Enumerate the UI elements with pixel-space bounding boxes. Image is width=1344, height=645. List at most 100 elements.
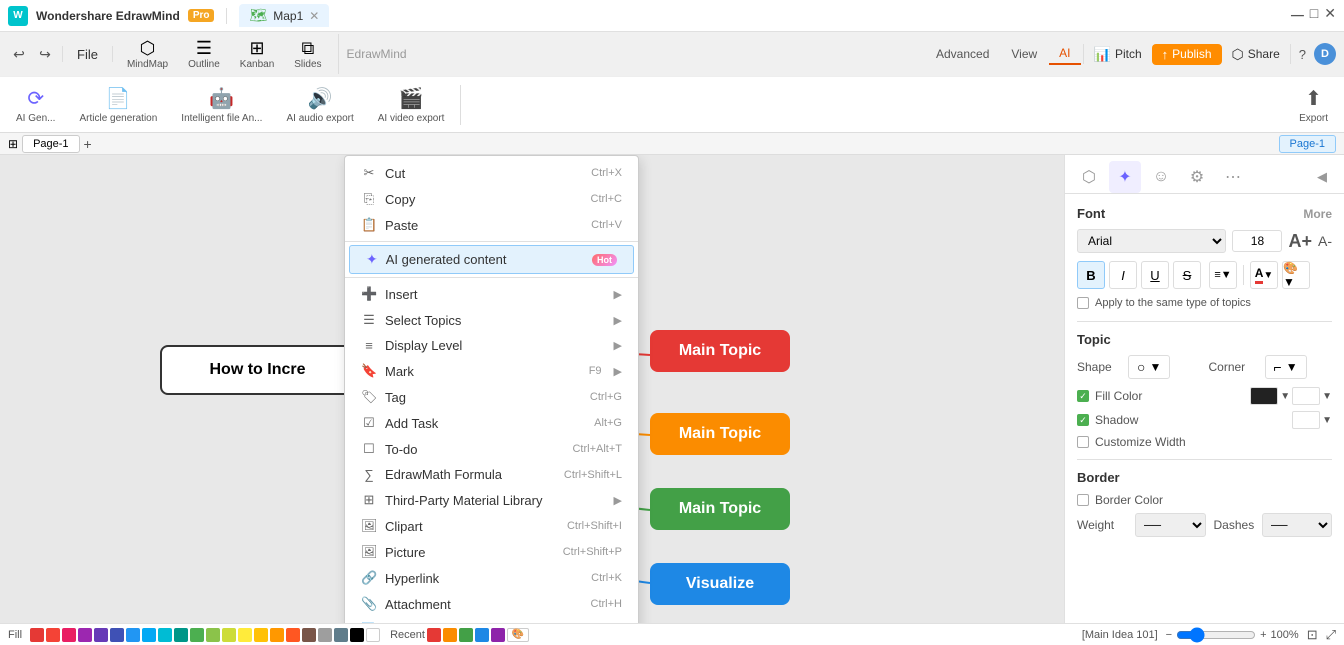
page-icon-btn[interactable]: ⊞ bbox=[8, 137, 18, 151]
ctx-select-topics[interactable]: ☰ Select Topics ▶ bbox=[345, 307, 638, 333]
ctx-ai-content[interactable]: ✦ AI generated content Hot bbox=[349, 245, 634, 274]
color-swatch-5[interactable] bbox=[94, 628, 108, 642]
color-swatch-11[interactable] bbox=[190, 628, 204, 642]
color-swatch-10[interactable] bbox=[174, 628, 188, 642]
color-swatch-6[interactable] bbox=[110, 628, 124, 642]
color-swatch-7[interactable] bbox=[126, 628, 140, 642]
share-btn[interactable]: ⬡ Share bbox=[1224, 43, 1288, 66]
color-swatch-black[interactable] bbox=[350, 628, 364, 642]
tab-advanced[interactable]: Advanced bbox=[926, 44, 999, 64]
color-swatch-13[interactable] bbox=[222, 628, 236, 642]
font-family-select[interactable]: Arial bbox=[1077, 229, 1226, 253]
close-btn[interactable]: ✕ bbox=[1324, 5, 1336, 26]
ai-gen-tool[interactable]: ⟳ AI Gen... bbox=[8, 82, 63, 128]
strikethrough-btn[interactable]: S bbox=[1173, 261, 1201, 289]
panel-collapse-btn[interactable]: ◀ bbox=[1308, 163, 1336, 191]
article-gen-tool[interactable]: 📄 Article generation bbox=[71, 82, 165, 128]
export-tool[interactable]: ⬆ Export bbox=[1291, 82, 1336, 128]
color-swatch-2[interactable] bbox=[46, 628, 60, 642]
corner-selector[interactable]: ⌐ ▼ bbox=[1265, 355, 1307, 379]
ctx-todo[interactable]: ☐ To-do Ctrl+Alt+T bbox=[345, 436, 638, 462]
fit-btn[interactable]: ⊡ bbox=[1307, 627, 1318, 643]
ctx-note[interactable]: 📝 Note Ctrl+T bbox=[345, 617, 638, 623]
color-picker-btn[interactable]: 🎨 bbox=[507, 628, 529, 642]
fill-color-arrow[interactable]: ▼ bbox=[1280, 391, 1290, 402]
color-swatch-9[interactable] bbox=[158, 628, 172, 642]
zoom-in-btn[interactable]: + bbox=[1260, 629, 1266, 641]
ctx-copy[interactable]: ⎘ Copy Ctrl+C bbox=[345, 186, 638, 212]
panel-tab-more[interactable]: ⋯ bbox=[1217, 161, 1249, 193]
ribbon-tab-kanban[interactable]: ⊞ Kanban bbox=[232, 34, 282, 74]
recent-color-1[interactable] bbox=[427, 628, 441, 642]
canvas-area[interactable]: How to Incre Main Topic Main Topic Main … bbox=[0, 155, 1064, 623]
topic-node-3[interactable]: Main Topic bbox=[650, 488, 790, 530]
color-swatch-12[interactable] bbox=[206, 628, 220, 642]
dashes-select[interactable]: ── - - bbox=[1262, 513, 1333, 537]
ctx-hyperlink[interactable]: 🔗 Hyperlink Ctrl+K bbox=[345, 565, 638, 591]
recent-color-3[interactable] bbox=[459, 628, 473, 642]
ctx-insert[interactable]: ➕ Insert ▶ bbox=[345, 281, 638, 307]
ctx-cut[interactable]: ✂ Cut Ctrl+X bbox=[345, 160, 638, 186]
color-swatch-white[interactable] bbox=[366, 628, 380, 642]
color-swatch-4[interactable] bbox=[78, 628, 92, 642]
ribbon-tab-slides[interactable]: ⧉ Slides bbox=[286, 34, 329, 74]
tab-view[interactable]: View bbox=[1001, 44, 1047, 64]
font-color-btn[interactable]: A ▼ bbox=[1250, 261, 1278, 289]
recent-color-2[interactable] bbox=[443, 628, 457, 642]
font-increase-btn[interactable]: A+ bbox=[1288, 231, 1312, 252]
ribbon-tab-outline[interactable]: ☰ Outline bbox=[180, 34, 228, 74]
font-decrease-btn[interactable]: A- bbox=[1318, 233, 1332, 249]
more-color-btn[interactable]: 🎨▼ bbox=[1282, 261, 1310, 289]
redo-btn[interactable]: ↪ bbox=[34, 43, 56, 65]
shadow-checkbox[interactable]: ✓ bbox=[1077, 414, 1089, 426]
user-avatar[interactable]: D bbox=[1314, 43, 1336, 65]
color-swatch-3[interactable] bbox=[62, 628, 76, 642]
panel-tab-shape[interactable]: ⬡ bbox=[1073, 161, 1105, 193]
shadow-color-arrow[interactable]: ▼ bbox=[1322, 415, 1332, 426]
color-swatch-red[interactable] bbox=[30, 628, 44, 642]
ctx-mark[interactable]: 🔖 Mark F9 ▶ bbox=[345, 358, 638, 384]
file-tab[interactable]: 🗺 Map1 ✕ bbox=[239, 4, 329, 27]
active-page-tab[interactable]: Page-1 bbox=[1279, 135, 1336, 153]
recent-color-4[interactable] bbox=[475, 628, 489, 642]
color-swatch-18[interactable] bbox=[302, 628, 316, 642]
ctx-third-party[interactable]: ⊞ Third-Party Material Library ▶ bbox=[345, 487, 638, 513]
color-swatch-19[interactable] bbox=[318, 628, 332, 642]
ai-audio-tool[interactable]: 🔊 AI audio export bbox=[278, 82, 361, 128]
font-more[interactable]: More bbox=[1303, 207, 1332, 221]
zoom-out-btn[interactable]: − bbox=[1166, 629, 1172, 641]
topic-node-1[interactable]: Main Topic bbox=[650, 330, 790, 372]
underline-btn[interactable]: U bbox=[1141, 261, 1169, 289]
recent-color-5[interactable] bbox=[491, 628, 505, 642]
color-swatch-17[interactable] bbox=[286, 628, 300, 642]
minimize-btn[interactable]: ─ bbox=[1291, 5, 1304, 26]
ctx-clipart[interactable]: 🖼 Clipart Ctrl+Shift+I bbox=[345, 513, 638, 539]
tab-close-icon[interactable]: ✕ bbox=[309, 9, 319, 23]
menu-file[interactable]: File bbox=[69, 45, 106, 64]
color-swatch-15[interactable] bbox=[254, 628, 268, 642]
align-btn[interactable]: ≡▼ bbox=[1209, 261, 1237, 289]
panel-tab-effects[interactable]: ⚙ bbox=[1181, 161, 1213, 193]
ctx-tag[interactable]: 🏷 Tag Ctrl+G bbox=[345, 384, 638, 410]
color-swatch-16[interactable] bbox=[270, 628, 284, 642]
zoom-slider[interactable] bbox=[1176, 627, 1256, 643]
shape-selector[interactable]: ○ ▼ bbox=[1128, 355, 1170, 379]
color-swatch-8[interactable] bbox=[142, 628, 156, 642]
panel-tab-style[interactable]: ✦ bbox=[1109, 161, 1141, 193]
apply-checkbox[interactable] bbox=[1077, 297, 1089, 309]
customize-width-checkbox[interactable] bbox=[1077, 436, 1089, 448]
add-page-btn[interactable]: + bbox=[84, 136, 92, 152]
central-node[interactable]: How to Incre bbox=[160, 345, 355, 395]
weight-select[interactable]: ── ─ bbox=[1135, 513, 1206, 537]
help-btn[interactable]: ? bbox=[1293, 45, 1312, 64]
maximize-btn[interactable]: □ bbox=[1310, 5, 1318, 26]
ctx-edrawmath[interactable]: ∑ EdrawMath Formula Ctrl+Shift+L bbox=[345, 462, 638, 487]
fill-color-swatch-2[interactable] bbox=[1292, 387, 1320, 405]
ctx-add-task[interactable]: ☑ Add Task Alt+G bbox=[345, 410, 638, 436]
italic-btn[interactable]: I bbox=[1109, 261, 1137, 289]
pitch-btn[interactable]: 📊 Pitch bbox=[1086, 43, 1150, 66]
fill-color-swatch[interactable] bbox=[1250, 387, 1278, 405]
color-swatch-20[interactable] bbox=[334, 628, 348, 642]
ctx-attachment[interactable]: 📎 Attachment Ctrl+H bbox=[345, 591, 638, 617]
topic-node-2[interactable]: Main Topic bbox=[650, 413, 790, 455]
